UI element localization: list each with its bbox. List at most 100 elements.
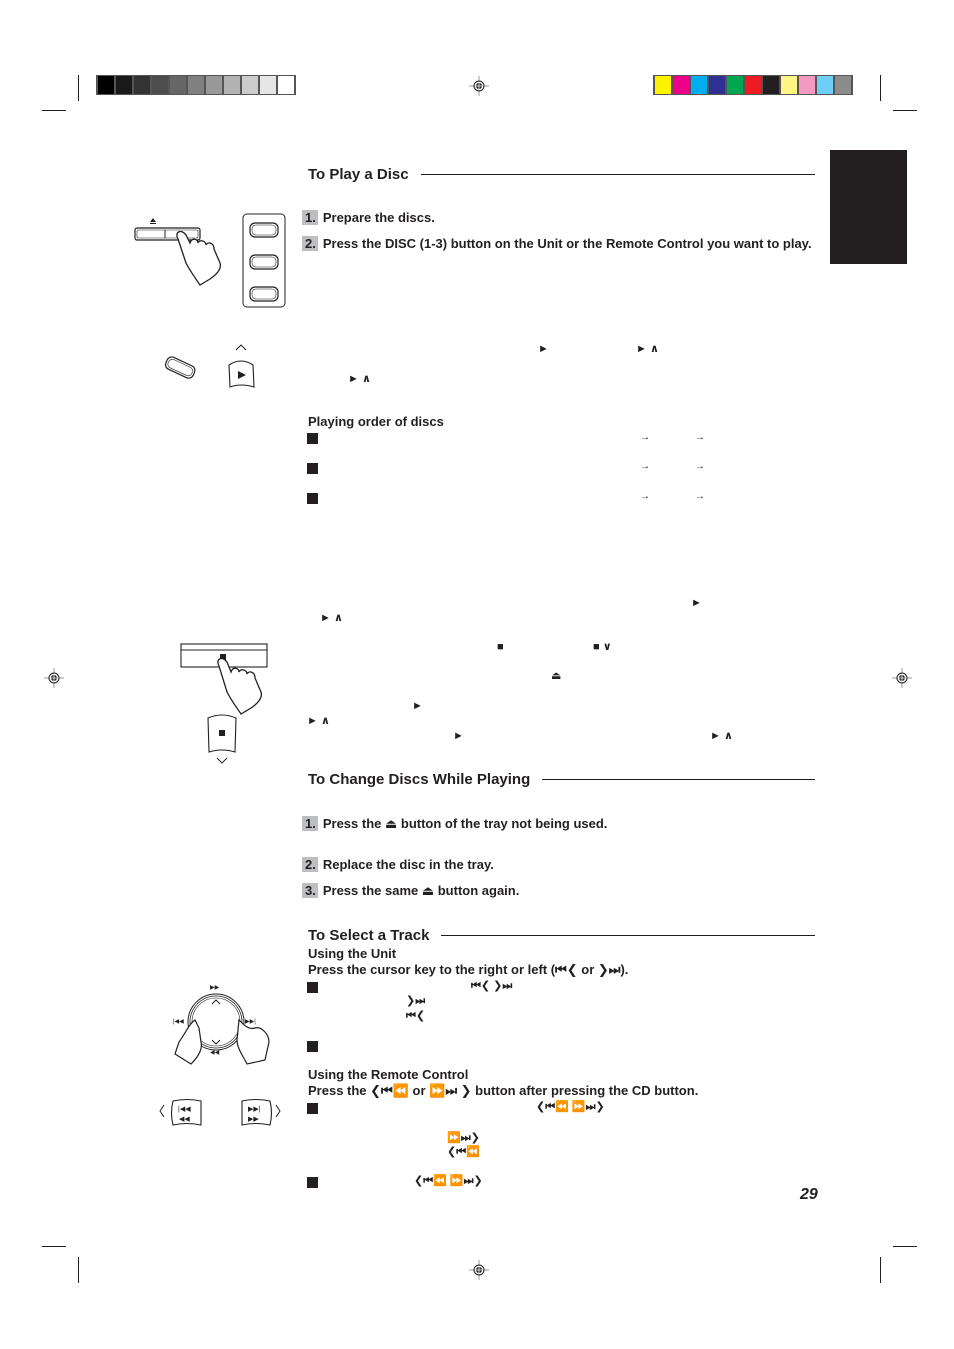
svg-text:|◀◀: |◀◀ (173, 1019, 184, 1025)
section-title-play-disc: To Play a Disc (308, 166, 815, 183)
step-number: 3. (302, 883, 318, 898)
playing-order-heading: Playing order of discs (308, 414, 444, 429)
stop-icon: ■ (497, 641, 504, 653)
grayscale-swatch (116, 76, 132, 94)
svg-text:▶▶: ▶▶ (248, 1116, 259, 1123)
bullet (307, 433, 318, 444)
crop-mark (42, 110, 66, 111)
change-step-1: 1. Press the ⏏ button of the tray not be… (302, 816, 817, 831)
using-unit-heading: Using the Unit (308, 946, 397, 961)
grayscale-swatch (170, 76, 186, 94)
step-number: 1. (302, 210, 318, 225)
crop-mark (893, 1246, 917, 1247)
registration-mark-icon (469, 76, 489, 96)
bullet (307, 1041, 318, 1052)
grayscale-swatch (206, 76, 222, 94)
play-up-icon: ► ∧ (320, 612, 343, 624)
title-rule (441, 934, 815, 937)
bullet (307, 1177, 318, 1188)
color-swatch (835, 76, 851, 94)
stop-down-icon: ■ ∨ (593, 641, 612, 653)
remote-prev-next-pair-icon: ❮⏮⏪ ⏩⏭❯ (414, 1175, 483, 1187)
play-up-icon: ► ∧ (307, 715, 330, 727)
bullet (307, 1103, 318, 1114)
bullet (307, 982, 318, 993)
color-swatch (709, 76, 725, 94)
registration-mark-icon (892, 668, 912, 688)
crop-mark (880, 75, 881, 101)
process-color-bar (653, 75, 853, 95)
play-step-1: 1. Prepare the discs. (302, 210, 817, 225)
crop-mark (42, 1246, 66, 1247)
grayscale-swatch (134, 76, 150, 94)
registration-mark-icon (44, 668, 64, 688)
svg-text:◀◀: ◀◀ (179, 1116, 190, 1123)
disc-tray-button-illustration (134, 213, 286, 308)
arrow-right-icon: → (640, 432, 650, 443)
change-step-2: 2. Replace the disc in the tray. (302, 857, 817, 872)
crop-mark (893, 110, 917, 111)
step-text: Press the same ⏏ button again. (322, 883, 520, 898)
play-icon: ► (453, 730, 464, 742)
svg-text:|◀◀: |◀◀ (178, 1106, 191, 1113)
grayscale-swatch (98, 76, 114, 94)
section-title-text: To Play a Disc (308, 166, 409, 183)
color-swatch (745, 76, 761, 94)
color-swatch (817, 76, 833, 94)
play-icon: ► (538, 343, 549, 355)
remote-next-icon: ⏩⏭❯ (447, 1132, 480, 1144)
step-text: Prepare the discs. (322, 210, 435, 225)
grayscale-color-bar (96, 75, 296, 95)
prev-track-icon: ⏮❮ (406, 1010, 426, 1022)
color-swatch (673, 76, 689, 94)
grayscale-swatch (242, 76, 258, 94)
color-swatch (781, 76, 797, 94)
grayscale-swatch (224, 76, 240, 94)
play-icon: ► (691, 597, 702, 609)
page-number: 29 (800, 1186, 818, 1203)
step-number: 2. (302, 857, 318, 872)
using-remote-heading: Using the Remote Control (308, 1067, 469, 1082)
next-track-icon: ❯⏭ (406, 995, 426, 1007)
crop-mark (880, 1257, 881, 1283)
section-title-text: To Change Discs While Playing (308, 771, 531, 788)
arrow-right-icon: → (640, 491, 650, 502)
step-number: 2. (302, 236, 318, 251)
step-number: 1. (302, 816, 318, 831)
color-swatch (763, 76, 779, 94)
color-swatch (655, 76, 671, 94)
play-icon: ► (412, 700, 423, 712)
color-swatch (727, 76, 743, 94)
crop-mark (78, 75, 79, 101)
step-text: Press the ⏏ button of the tray not being… (322, 816, 608, 831)
remote-skip-buttons-illustration: |◀◀ ◀◀ ▶▶| ▶▶ (159, 1098, 281, 1126)
cursor-dial-illustration: ▶▶ ◀◀ |◀◀ ▶▶| (173, 985, 270, 1065)
language-tab-block (830, 150, 907, 264)
arrow-right-icon: → (695, 461, 705, 472)
remote-prev-icon: ❮⏮⏪ (447, 1146, 480, 1158)
remote-play-button-illustration (164, 344, 255, 388)
grayscale-swatch (152, 76, 168, 94)
crop-mark (78, 1257, 79, 1283)
grayscale-swatch (260, 76, 276, 94)
svg-text:▶▶|: ▶▶| (248, 1106, 261, 1113)
section-title-select-track: To Select a Track (308, 927, 815, 944)
section-title-text: To Select a Track (308, 927, 430, 944)
step-text: Replace the disc in the tray. (322, 857, 494, 872)
eject-icon: ⏏ (551, 670, 562, 682)
title-rule (542, 778, 815, 781)
step-text: Press the DISC (1-3) button on the Unit … (322, 236, 812, 251)
arrow-right-icon: → (640, 461, 650, 472)
svg-text:◀◀: ◀◀ (210, 1050, 220, 1056)
section-title-change-discs: To Change Discs While Playing (308, 771, 815, 788)
grayscale-swatch (188, 76, 204, 94)
unit-instruction: Press the cursor key to the right or lef… (308, 962, 629, 977)
svg-text:▶▶: ▶▶ (210, 985, 220, 991)
play-up-icon: ► ∧ (348, 373, 371, 385)
svg-text:▶▶|: ▶▶| (245, 1019, 256, 1025)
bullet (307, 463, 318, 474)
grayscale-swatch (278, 76, 294, 94)
registration-mark-icon (469, 1260, 489, 1280)
play-up-icon: ► ∧ (636, 343, 659, 355)
play-step-2: 2. Press the DISC (1-3) button on the Un… (302, 236, 817, 251)
